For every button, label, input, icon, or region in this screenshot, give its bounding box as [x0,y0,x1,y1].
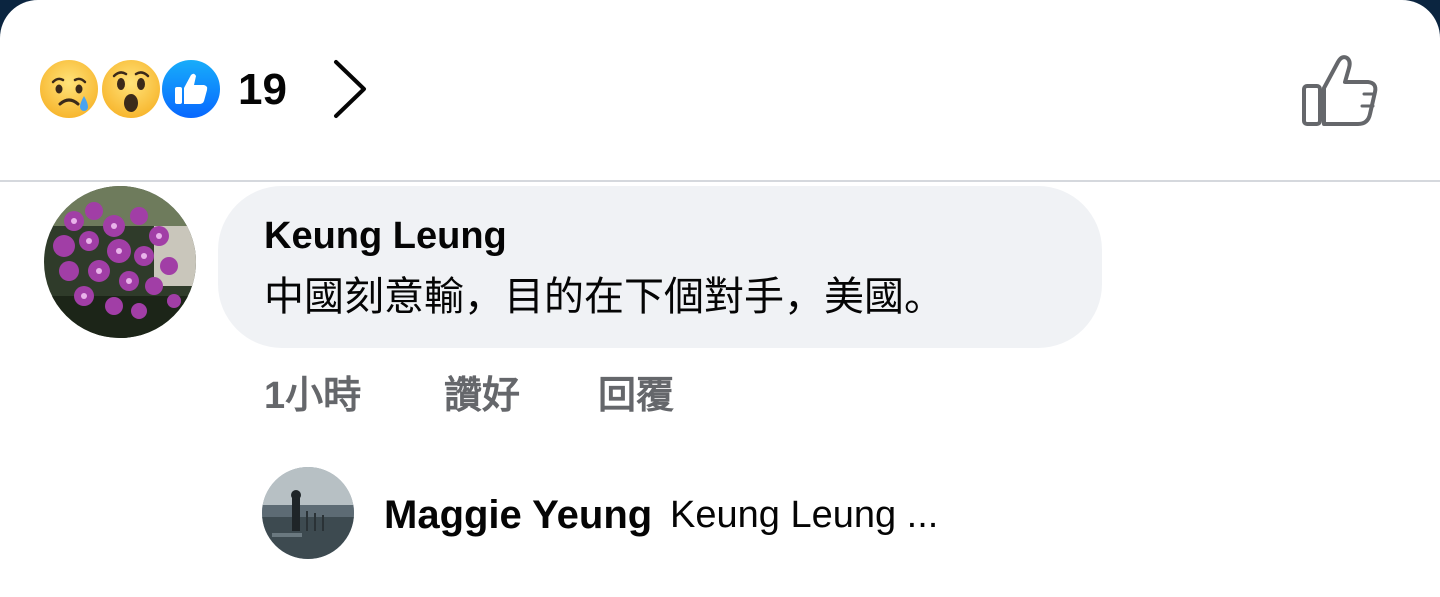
divider [0,180,1440,182]
comment-text: 中國刻意輸，目的在下個對手，美國。 [264,275,944,319]
comment-like-button[interactable]: 讚好 [444,374,520,418]
reply-avatar[interactable] [262,467,354,559]
like-reaction-icon [160,58,222,120]
reply-author[interactable]: Maggie Yeung [384,492,652,538]
reaction-count: 19 [238,65,287,114]
reply-preview-text[interactable]: Keung Leung ... [670,492,938,538]
chevron-right-icon[interactable] [328,56,372,122]
reactions-sheet: 19 Keung Leung 中國刻意輸，目的在下個對手，美國。 1小時 讚好 … [0,0,1440,597]
like-button[interactable] [1298,50,1384,132]
wow-reaction-icon [100,58,162,120]
reactions-summary[interactable]: 19 [0,0,1440,181]
comment-reply-button[interactable]: 回覆 [598,374,674,418]
comment-timestamp[interactable]: 1小時 [264,374,361,418]
comment-bubble[interactable]: Keung Leung 中國刻意輸，目的在下個對手，美國。 [218,186,1102,348]
comment-author[interactable]: Keung Leung [264,214,507,258]
sad-reaction-icon [38,58,100,120]
avatar[interactable] [44,186,196,338]
thumbs-up-outline-icon [1302,55,1378,126]
